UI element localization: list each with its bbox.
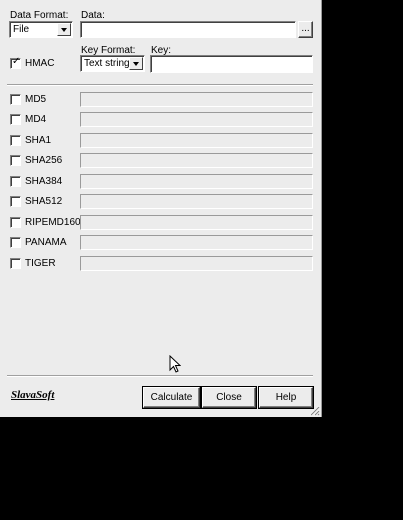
sha1-label: SHA1 xyxy=(25,135,52,146)
hmac-checkbox[interactable]: ✓ xyxy=(10,56,21,69)
sha256-label: SHA256 xyxy=(25,155,63,166)
sha256-checkbox[interactable] xyxy=(10,155,21,166)
sha384-output[interactable] xyxy=(80,174,313,189)
chevron-down-icon[interactable] xyxy=(57,23,71,36)
sha512-checkbox[interactable] xyxy=(10,196,21,207)
ripemd160-output[interactable] xyxy=(80,215,313,230)
hmac-label: HMAC xyxy=(25,58,55,69)
brand-logo[interactable]: SlavaSoft xyxy=(11,389,54,401)
data-format-value: File xyxy=(13,24,30,35)
md4-output[interactable] xyxy=(80,112,313,127)
panama-output[interactable] xyxy=(80,235,313,250)
hashcalc-window: Data Format: File Data: ... ✓ HMAC Key F… xyxy=(0,0,322,417)
panama-label: PANAMA xyxy=(25,237,67,248)
sha1-output[interactable] xyxy=(80,133,313,148)
chevron-down-icon[interactable] xyxy=(129,57,143,70)
key-format-select[interactable]: Text string xyxy=(80,55,145,72)
check-icon: ✓ xyxy=(12,56,21,67)
ripemd160-checkbox[interactable] xyxy=(10,217,21,228)
sha512-output[interactable] xyxy=(80,194,313,209)
ripemd160-label: RIPEMD160 xyxy=(25,217,81,228)
sha1-checkbox[interactable] xyxy=(10,135,21,146)
browse-button[interactable]: ... xyxy=(298,21,313,38)
key-format-value: Text string xyxy=(84,58,130,69)
close-button[interactable]: Close xyxy=(201,386,257,409)
separator xyxy=(7,85,313,86)
calculate-button[interactable]: Calculate xyxy=(142,386,201,409)
sha512-label: SHA512 xyxy=(25,196,63,207)
md5-output[interactable] xyxy=(80,92,313,107)
md5-label: MD5 xyxy=(25,94,47,105)
data-input[interactable] xyxy=(80,21,296,38)
md4-label: MD4 xyxy=(25,114,47,125)
sha256-output[interactable] xyxy=(80,153,313,168)
md5-checkbox[interactable] xyxy=(10,94,21,105)
sha384-checkbox[interactable] xyxy=(10,176,21,187)
tiger-label: TIGER xyxy=(25,258,56,269)
tiger-checkbox[interactable] xyxy=(10,258,21,269)
resize-grip-icon[interactable] xyxy=(309,405,320,416)
tiger-output[interactable] xyxy=(80,256,313,271)
sha384-label: SHA384 xyxy=(25,176,63,187)
md4-checkbox[interactable] xyxy=(10,114,21,125)
mouse-pointer-icon xyxy=(169,355,181,373)
data-format-select[interactable]: File xyxy=(9,21,73,38)
key-input[interactable] xyxy=(150,55,313,73)
separator xyxy=(7,376,313,377)
help-button[interactable]: Help xyxy=(258,386,314,409)
panama-checkbox[interactable] xyxy=(10,237,21,248)
